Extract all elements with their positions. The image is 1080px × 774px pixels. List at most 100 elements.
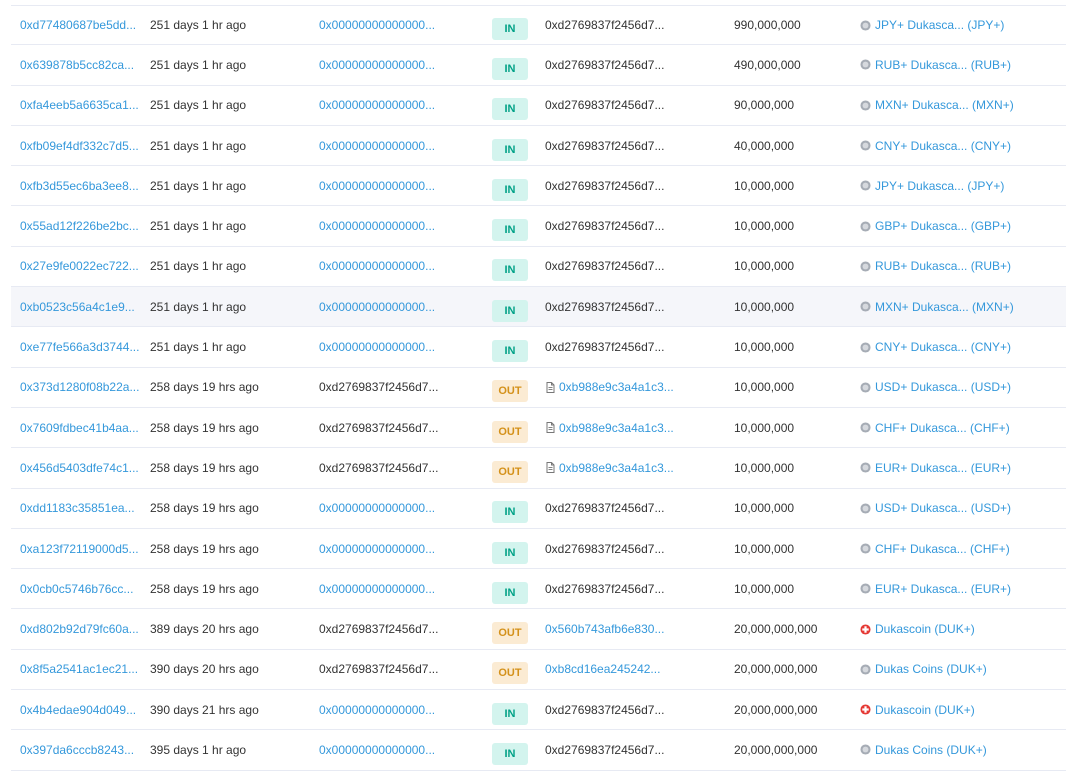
- token-cell: Dukascoin (DUK+): [860, 690, 975, 729]
- age-cell: 251 days 1 hr ago: [150, 247, 246, 286]
- txn-hash-cell: 0xd802b92d79fc60a...: [20, 609, 139, 648]
- table-row: 0xa123f72119000d5... 258 days 19 hrs ago 0…: [11, 529, 1066, 572]
- txn-hash-link[interactable]: 0xfb09ef4df332c7d5...: [20, 139, 139, 153]
- to-address-link[interactable]: 0xb988e9c3a4a1c3...: [559, 461, 674, 475]
- txn-hash-link[interactable]: 0xa123f72119000d5...: [20, 542, 139, 556]
- age-text: 389 days 20 hrs ago: [150, 622, 259, 637]
- txn-hash-link[interactable]: 0x0cb0c5746b76cc...: [20, 582, 133, 596]
- quantity-text: 10,000,000: [734, 581, 795, 596]
- token-cell: Dukascoin (DUK+): [860, 609, 975, 648]
- token-link[interactable]: MXN+ Dukasca... (MXN+): [875, 300, 1014, 314]
- txn-hash-link[interactable]: 0x27e9fe0022ec722...: [20, 259, 139, 273]
- in-badge: IN: [492, 259, 528, 282]
- txn-hash-cell: 0x456d5403dfe74c1...: [20, 448, 139, 487]
- quantity-cell: 10,000,000: [734, 247, 794, 286]
- token-link[interactable]: JPY+ Dukasca... (JPY+): [875, 18, 1004, 32]
- txn-hash-link[interactable]: 0x55ad12f226be2bc...: [20, 219, 139, 233]
- token-link[interactable]: CHF+ Dukasca... (CHF+): [875, 421, 1010, 435]
- to-address-text: 0xd2769837f2456d7...: [545, 501, 665, 516]
- to-cell: 0xd2769837f2456d7...: [545, 287, 664, 326]
- token-link[interactable]: RUB+ Dukasca... (RUB+): [875, 259, 1011, 273]
- token-link[interactable]: CNY+ Dukasca... (CNY+): [875, 340, 1011, 354]
- quantity-text: 20,000,000,000: [734, 622, 818, 637]
- quantity-cell: 20,000,000,000: [734, 650, 817, 689]
- txn-hash-link[interactable]: 0xdd1183c35851ea...: [20, 501, 135, 515]
- from-cell: 0x00000000000000...: [319, 730, 435, 769]
- to-address-link[interactable]: 0x560b743afb6e830...: [545, 622, 664, 636]
- to-cell: 0xd2769837f2456d7...: [545, 86, 664, 125]
- to-address-link[interactable]: 0xb988e9c3a4a1c3...: [559, 380, 674, 394]
- token-link[interactable]: CNY+ Dukasca... (CNY+): [875, 139, 1011, 153]
- to-cell: 0xd2769837f2456d7...: [545, 327, 664, 366]
- direction-cell: IN: [492, 533, 528, 572]
- from-address-link[interactable]: 0x00000000000000...: [319, 542, 435, 556]
- token-link[interactable]: Dukas Coins (DUK+): [875, 662, 987, 676]
- from-address-link[interactable]: 0x00000000000000...: [319, 259, 435, 273]
- out-badge: OUT: [492, 622, 528, 645]
- from-address-link[interactable]: 0x00000000000000...: [319, 340, 435, 354]
- age-cell: 251 days 1 hr ago: [150, 287, 246, 326]
- token-link[interactable]: JPY+ Dukasca... (JPY+): [875, 179, 1004, 193]
- from-address-link[interactable]: 0x00000000000000...: [319, 703, 435, 717]
- txn-hash-link[interactable]: 0x639878b5cc82ca...: [20, 58, 134, 72]
- from-address-link[interactable]: 0x00000000000000...: [319, 501, 435, 515]
- from-cell: 0x00000000000000...: [319, 45, 435, 84]
- table-row: 0x55ad12f226be2bc... 251 days 1 hr ago 0x0…: [11, 206, 1066, 247]
- from-address-link[interactable]: 0x00000000000000...: [319, 58, 435, 72]
- token-link[interactable]: Dukas Coins (DUK+): [875, 743, 987, 757]
- from-address-link[interactable]: 0x00000000000000...: [319, 582, 435, 596]
- token-link[interactable]: GBP+ Dukasca... (GBP+): [875, 219, 1011, 233]
- quantity-text: 20,000,000,000: [734, 662, 818, 677]
- txn-hash-link[interactable]: 0xd77480687be5dd...: [20, 18, 136, 32]
- token-cell: RUB+ Dukasca... (RUB+): [860, 247, 1011, 286]
- from-address-link[interactable]: 0x00000000000000...: [319, 743, 435, 757]
- txn-hash-link[interactable]: 0x8f5a2541ac1ec21...: [20, 662, 138, 676]
- token-link[interactable]: Dukascoin (DUK+): [875, 703, 975, 717]
- to-address-link[interactable]: 0xb988e9c3a4a1c3...: [559, 421, 674, 435]
- txn-hash-link[interactable]: 0xd802b92d79fc60a...: [20, 622, 139, 636]
- from-address-link[interactable]: 0x00000000000000...: [319, 139, 435, 153]
- txn-hash-link[interactable]: 0x373d1280f08b22a...: [20, 380, 139, 394]
- txn-hash-link[interactable]: 0xfb3d55ec6ba3ee8...: [20, 179, 139, 193]
- txn-hash-link[interactable]: 0x7609fdbec41b4aa...: [20, 421, 139, 435]
- txn-hash-link[interactable]: 0x456d5403dfe74c1...: [20, 461, 139, 475]
- age-cell: 258 days 19 hrs ago: [150, 408, 259, 447]
- direction-cell: OUT: [492, 452, 528, 491]
- txn-hash-link[interactable]: 0xe77fe566a3d3744...: [20, 340, 139, 354]
- token-link[interactable]: MXN+ Dukasca... (MXN+): [875, 98, 1014, 112]
- in-badge: IN: [492, 219, 528, 242]
- from-address-link[interactable]: 0x00000000000000...: [319, 18, 435, 32]
- age-text: 251 days 1 hr ago: [150, 98, 247, 113]
- txn-hash-link[interactable]: 0x397da6cccb8243...: [20, 743, 134, 757]
- to-address-text: 0xd2769837f2456d7...: [545, 219, 665, 234]
- age-cell: 251 days 1 hr ago: [150, 327, 246, 366]
- txn-hash-link[interactable]: 0x4b4edae904d049...: [20, 703, 136, 717]
- age-cell: 390 days 21 hrs ago: [150, 690, 259, 729]
- from-address-link[interactable]: 0x00000000000000...: [319, 300, 435, 314]
- from-address-link[interactable]: 0x00000000000000...: [319, 179, 435, 193]
- token-link[interactable]: USD+ Dukasca... (USD+): [875, 501, 1011, 515]
- direction-cell: IN: [492, 573, 528, 612]
- txn-hash-link[interactable]: 0xfa4eeb5a6635ca1...: [20, 98, 139, 112]
- to-address-link[interactable]: 0xb8cd16ea245242...: [545, 662, 660, 676]
- from-cell: 0xd2769837f2456d7...: [319, 448, 438, 487]
- token-link[interactable]: EUR+ Dukasca... (EUR+): [875, 461, 1011, 475]
- txn-hash-cell: 0x7609fdbec41b4aa...: [20, 408, 139, 447]
- token-link[interactable]: RUB+ Dukasca... (RUB+): [875, 58, 1011, 72]
- quantity-text: 10,000,000: [734, 541, 795, 556]
- from-address-link[interactable]: 0x00000000000000...: [319, 98, 435, 112]
- to-address-text: 0xd2769837f2456d7...: [545, 259, 665, 274]
- token-link[interactable]: CHF+ Dukasca... (CHF+): [875, 542, 1010, 556]
- age-text: 251 days 1 hr ago: [150, 340, 247, 355]
- from-cell: 0x00000000000000...: [319, 6, 435, 44]
- to-cell: 0xd2769837f2456d7...: [545, 247, 664, 286]
- token-link[interactable]: USD+ Dukasca... (USD+): [875, 380, 1011, 394]
- token-link[interactable]: Dukascoin (DUK+): [875, 622, 975, 636]
- token-link[interactable]: EUR+ Dukasca... (EUR+): [875, 582, 1011, 596]
- age-cell: 251 days 1 hr ago: [150, 6, 246, 44]
- from-address-link[interactable]: 0x00000000000000...: [319, 219, 435, 233]
- age-cell: 251 days 1 hr ago: [150, 126, 246, 165]
- age-cell: 258 days 19 hrs ago: [150, 448, 259, 487]
- txn-hash-link[interactable]: 0xb0523c56a4c1e9...: [20, 300, 135, 314]
- to-address-text: 0xd2769837f2456d7...: [545, 340, 665, 355]
